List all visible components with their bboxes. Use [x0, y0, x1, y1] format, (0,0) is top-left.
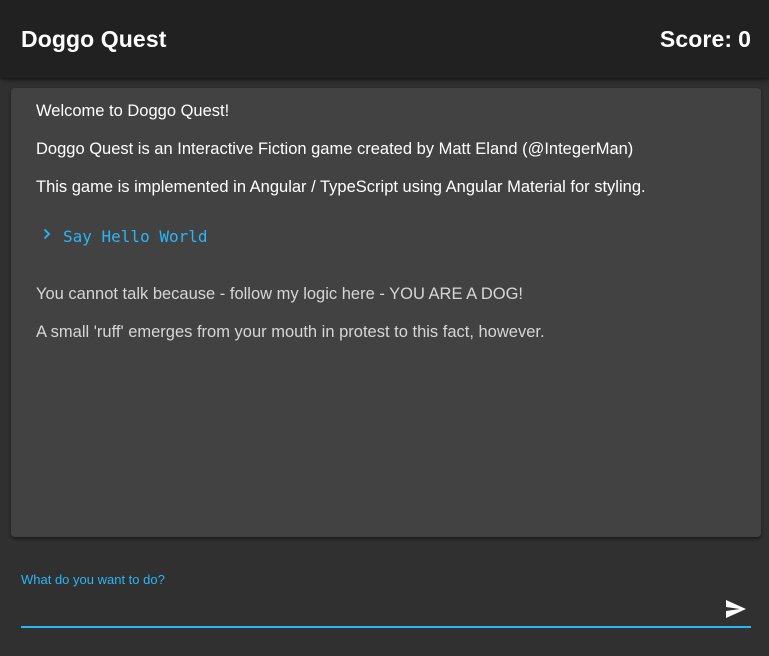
- story-line: Welcome to Doggo Quest!: [36, 102, 230, 120]
- app-title: Doggo Quest: [21, 25, 167, 52]
- story-line: Doggo Quest is an Interactive Fiction ga…: [36, 140, 634, 158]
- score-value: 0: [738, 25, 751, 52]
- player-command-text: Say Hello World: [63, 227, 208, 246]
- score-label: Score:: [659, 25, 733, 52]
- story-line: A small 'ruff' emerges from your mouth i…: [36, 323, 545, 341]
- story-log: Welcome to Doggo Quest! Doggo Quest is a…: [11, 88, 761, 537]
- story-line: This game is implemented in Angular / Ty…: [36, 178, 646, 196]
- command-input-field: What do you want to do?: [21, 568, 751, 630]
- send-icon: [725, 599, 747, 622]
- story-line: You cannot talk because - follow my logi…: [36, 285, 523, 303]
- send-button[interactable]: [721, 596, 751, 624]
- command-input[interactable]: [21, 596, 711, 624]
- input-underline: [21, 626, 751, 628]
- chevron-right-icon: [39, 226, 55, 242]
- app-toolbar: Doggo Quest Score: 0: [0, 0, 769, 78]
- score-display: Score: 0: [660, 26, 751, 53]
- command-input-label: What do you want to do?: [21, 572, 165, 587]
- player-command: Say Hello World: [36, 227, 736, 246]
